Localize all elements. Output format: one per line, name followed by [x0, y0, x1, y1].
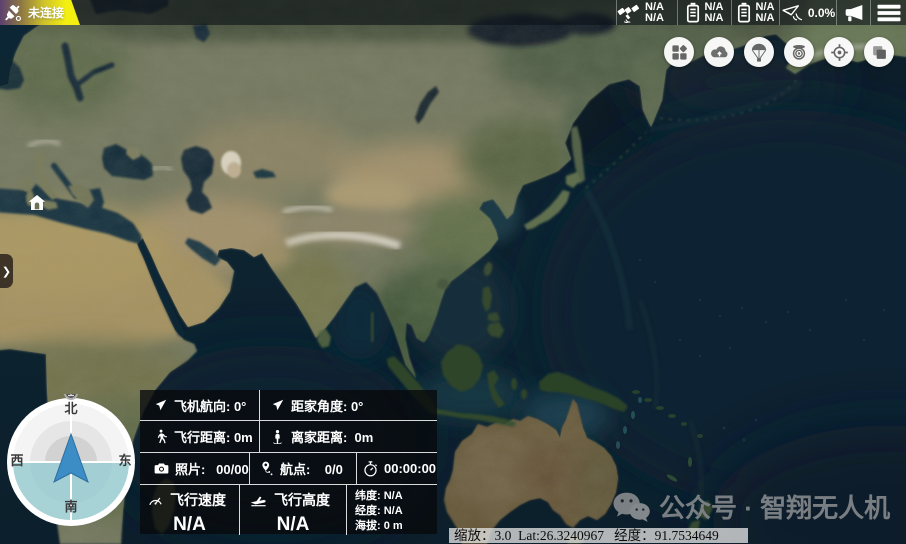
- svg-text:东: 东: [118, 453, 131, 468]
- svg-text:北: 北: [64, 401, 77, 416]
- svg-text:西: 西: [10, 453, 23, 468]
- svg-text:南: 南: [64, 499, 77, 514]
